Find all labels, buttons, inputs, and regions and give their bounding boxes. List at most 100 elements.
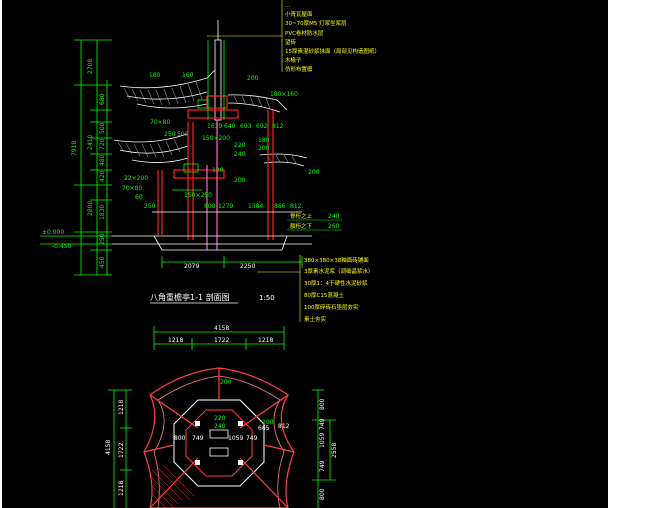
label-200-a: 200 bbox=[247, 75, 259, 82]
section-title: 八角重檐亭1-1 剖面图 bbox=[150, 292, 230, 302]
left-dimension-chain bbox=[74, 39, 112, 276]
plan-top-part-2: 1218 bbox=[258, 337, 273, 344]
plan-right-part-2: 749 bbox=[319, 418, 326, 430]
label-70x80-b: 70×80 bbox=[122, 185, 142, 192]
label-180-a: 180 bbox=[149, 72, 161, 79]
dim-250: 250 bbox=[99, 233, 106, 245]
plan-label-749-a: 749 bbox=[192, 435, 204, 442]
label-22x200: 22×200 bbox=[124, 175, 148, 182]
label-200-b: 200 bbox=[258, 145, 270, 152]
label-120: 120 bbox=[212, 167, 224, 174]
label-800: 800 bbox=[204, 203, 216, 210]
label-812-b: 812 bbox=[290, 203, 302, 210]
label-250-a: 250 bbox=[164, 131, 176, 138]
dim-450: 450 bbox=[99, 256, 106, 268]
plan-label-240: 240 bbox=[214, 423, 226, 430]
callout-top-7: 仿形布置檩 bbox=[285, 65, 313, 73]
callout-top-2: 30~70厚M5 灯浆坐浆层 bbox=[285, 19, 347, 27]
plan-top-dims: 4158 1218 1722 1218 bbox=[153, 325, 285, 350]
octagonal-plan bbox=[143, 367, 295, 508]
label-1279: 1279 bbox=[218, 203, 233, 210]
callout-bottom-5: 素土夯实 bbox=[304, 315, 327, 323]
label-250-b: 250 bbox=[144, 203, 156, 210]
label-812-a: 812 bbox=[272, 123, 284, 130]
callout-top-0: … bbox=[285, 3, 291, 9]
label-70x80-a: 70×80 bbox=[150, 119, 170, 126]
cad-canvas: 2708 7918 2410 680 500 480 720 420 2800 … bbox=[2, 0, 608, 508]
label-866: 866 bbox=[274, 203, 286, 210]
plan-label-200-b: 200 bbox=[262, 419, 274, 426]
dim-680: 680 bbox=[99, 93, 106, 105]
plan-label-812: 812 bbox=[278, 423, 290, 430]
plan-label-800: 800 bbox=[174, 435, 186, 442]
elevation-minus: -0.450 bbox=[52, 243, 72, 250]
label-60: 60 bbox=[135, 194, 143, 201]
label-150x250: 150×250 bbox=[184, 192, 212, 199]
label-1384: 1384 bbox=[248, 203, 263, 210]
pavilion-drawing: 2708 7918 2410 680 500 480 720 420 2800 … bbox=[40, 0, 380, 508]
drawing-title: 八角重檐亭1-1 剖面图 1:50 bbox=[150, 292, 275, 304]
label-1639: 1639 bbox=[207, 123, 222, 130]
bottom-dimension-chain: 2079 2250 bbox=[161, 256, 303, 270]
callout-top-1: 小青瓦屋面 bbox=[285, 10, 313, 18]
callout-top-5: 15厚素混砂浆抹面（局部见构造图纸） bbox=[285, 47, 380, 55]
ground-line bbox=[112, 211, 312, 251]
dim-2079: 2079 bbox=[184, 263, 199, 270]
section-scale: 1:50 bbox=[259, 294, 275, 302]
label-240: 240 bbox=[234, 151, 246, 158]
callout-bottom-1: 3厚素水泥浆（调细晶浆水） bbox=[304, 267, 374, 275]
plan-right-part-3: 749 bbox=[319, 460, 326, 472]
plan-right-part-0: 800 bbox=[319, 398, 326, 410]
beam-note-top-value: 240 bbox=[328, 213, 340, 220]
callout-bottom-2: 30厚1：4干硬性水泥砂浆 bbox=[304, 279, 368, 287]
plan-top-part-1: 1722 bbox=[214, 337, 229, 344]
bottom-callouts: 380×380×38釉面砖铺面 3厚素水泥浆（调细晶浆水） 30厚1：4干硬性水… bbox=[257, 255, 374, 323]
label-220: 220 bbox=[234, 142, 246, 149]
upper-roof bbox=[119, 69, 288, 113]
callout-top-6: 木椽子 bbox=[285, 56, 302, 64]
label-180x160-a: 180×160 bbox=[270, 91, 298, 98]
top-callouts: … 小青瓦屋面 30~70厚M5 灯浆坐浆层 PVC卷材防水层 望砖 15厚素混… bbox=[207, 0, 380, 73]
plan-label-665: 665 bbox=[258, 425, 270, 432]
plan-label-200-a: 200 bbox=[220, 379, 232, 386]
callout-bottom-4: 100厚碎砖石垫层夯实 bbox=[304, 303, 359, 311]
beam-note-bottom: 额桁之下 bbox=[290, 222, 313, 230]
beam-note-top: 脊桁之上 bbox=[290, 212, 313, 220]
dim-2410: 2410 bbox=[87, 135, 94, 150]
callout-bottom-3: 80厚C15混凝土 bbox=[304, 291, 344, 299]
plan-right-part-1: 1059 bbox=[319, 433, 326, 448]
plan-left-part-2: 1218 bbox=[118, 481, 125, 496]
dim-1830: 1830 bbox=[99, 205, 106, 220]
label-692: 692 bbox=[256, 123, 268, 130]
beam-notes: 脊桁之上 240 额桁之下 260 bbox=[287, 212, 342, 231]
plan-left-dims: 4158 1218 1722 1218 bbox=[105, 389, 132, 508]
label-200-d: 200 bbox=[308, 169, 320, 176]
dim-2250: 2250 bbox=[240, 263, 255, 270]
elevation-zero: ±0.000 bbox=[42, 229, 64, 236]
beam-note-bottom-value: 260 bbox=[328, 223, 340, 230]
plan-right-total: 2558 bbox=[331, 443, 338, 458]
callout-top-4: 望砖 bbox=[285, 38, 297, 46]
plan-top-total: 4158 bbox=[214, 325, 229, 332]
callout-bottom-0: 380×380×38釉面砖铺面 bbox=[304, 256, 369, 264]
plan-label-1059: 1059 bbox=[228, 435, 243, 442]
dim-2800: 2800 bbox=[87, 201, 94, 216]
dim-2708: 2708 bbox=[87, 59, 94, 74]
plan-left-total: 4158 bbox=[105, 440, 112, 455]
plan-label-749-b: 749 bbox=[246, 435, 258, 442]
plan-label-220: 220 bbox=[214, 415, 226, 422]
dim-7918: 7918 bbox=[71, 141, 78, 156]
dim-480: 480 bbox=[99, 154, 106, 166]
dim-500: 500 bbox=[99, 122, 106, 134]
label-693: 693 bbox=[240, 123, 252, 130]
label-500-a: 500 bbox=[177, 131, 189, 138]
label-200-c: 200 bbox=[234, 177, 246, 184]
plan-right-part-4: 800 bbox=[319, 488, 326, 500]
callout-top-3: PVC卷材防水层 bbox=[285, 29, 324, 37]
dim-420: 420 bbox=[99, 170, 106, 182]
plan-right-dims: 2558 800 1059 749 749 800 bbox=[312, 389, 338, 508]
label-150x200: 150×200 bbox=[202, 135, 230, 142]
label-180-b: 180 bbox=[258, 137, 270, 144]
plan-left-part-1: 1722 bbox=[118, 443, 125, 458]
label-160-a: 160 bbox=[182, 72, 194, 79]
